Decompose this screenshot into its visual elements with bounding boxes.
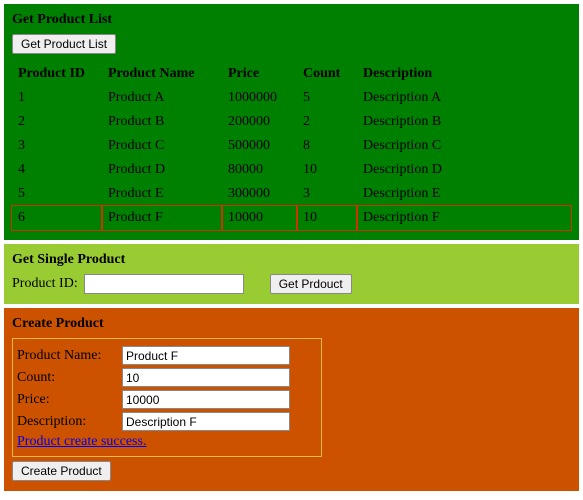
cell-id: 6	[12, 206, 102, 230]
col-description: Description	[357, 62, 571, 86]
cell-name: Product A	[102, 86, 222, 110]
cell-desc: Description D	[357, 158, 571, 182]
cell-price: 200000	[222, 110, 297, 134]
count-label: Count:	[17, 370, 122, 386]
cell-price: 10000	[222, 206, 297, 230]
table-row[interactable]: 3Product C5000008Description C	[12, 134, 571, 158]
col-price: Price	[222, 62, 297, 86]
cell-name: Product B	[102, 110, 222, 134]
product-table: Product ID Product Name Price Count Desc…	[12, 62, 571, 230]
table-row[interactable]: 4Product D8000010Description D	[12, 158, 571, 182]
cell-count: 10	[297, 206, 357, 230]
description-input[interactable]	[122, 412, 290, 431]
create-product-panel: Create Product Product Name: Count: Pric…	[4, 308, 579, 491]
cell-price: 500000	[222, 134, 297, 158]
cell-count: 8	[297, 134, 357, 158]
cell-desc: Description A	[357, 86, 571, 110]
create-product-button[interactable]: Create Product	[12, 461, 111, 481]
description-label: Description:	[17, 414, 122, 430]
cell-price: 300000	[222, 182, 297, 206]
cell-name: Product F	[102, 206, 222, 230]
price-label: Price:	[17, 392, 122, 408]
table-row[interactable]: 6Product F1000010Description F	[12, 206, 571, 230]
table-row[interactable]: 5Product E3000003Description E	[12, 182, 571, 206]
get-product-list-button[interactable]: Get Product List	[12, 34, 116, 54]
get-product-button[interactable]: Get Prdouct	[270, 274, 352, 294]
product-name-label: Product Name:	[17, 348, 122, 364]
cell-price: 80000	[222, 158, 297, 182]
create-product-heading: Create Product	[12, 316, 571, 332]
cell-count: 2	[297, 110, 357, 134]
price-input[interactable]	[122, 390, 290, 409]
cell-id: 1	[12, 86, 102, 110]
get-product-list-heading: Get Product List	[12, 12, 571, 28]
cell-id: 3	[12, 134, 102, 158]
cell-name: Product D	[102, 158, 222, 182]
cell-name: Product C	[102, 134, 222, 158]
col-count: Count	[297, 62, 357, 86]
cell-id: 2	[12, 110, 102, 134]
get-product-list-panel: Get Product List Get Product List Produc…	[4, 4, 579, 240]
cell-desc: Description B	[357, 110, 571, 134]
cell-id: 4	[12, 158, 102, 182]
table-header-row: Product ID Product Name Price Count Desc…	[12, 62, 571, 86]
product-name-input[interactable]	[122, 346, 290, 365]
create-product-form: Product Name: Count: Price: Description:…	[12, 338, 322, 457]
cell-price: 1000000	[222, 86, 297, 110]
table-row[interactable]: 1Product A10000005Description A	[12, 86, 571, 110]
cell-count: 10	[297, 158, 357, 182]
get-single-product-heading: Get Single Product	[12, 252, 571, 268]
cell-id: 5	[12, 182, 102, 206]
count-input[interactable]	[122, 368, 290, 387]
product-id-input[interactable]	[84, 274, 244, 294]
table-row[interactable]: 2Product B2000002Description B	[12, 110, 571, 134]
cell-name: Product E	[102, 182, 222, 206]
cell-count: 3	[297, 182, 357, 206]
col-product-name: Product Name	[102, 62, 222, 86]
col-product-id: Product ID	[12, 62, 102, 86]
get-single-product-panel: Get Single Product Product ID: Get Prdou…	[4, 244, 579, 304]
cell-count: 5	[297, 86, 357, 110]
product-id-label: Product ID:	[12, 276, 78, 292]
cell-desc: Description E	[357, 182, 571, 206]
cell-desc: Description C	[357, 134, 571, 158]
cell-desc: Description F	[357, 206, 571, 230]
create-status-message: Product create success.	[17, 434, 317, 450]
